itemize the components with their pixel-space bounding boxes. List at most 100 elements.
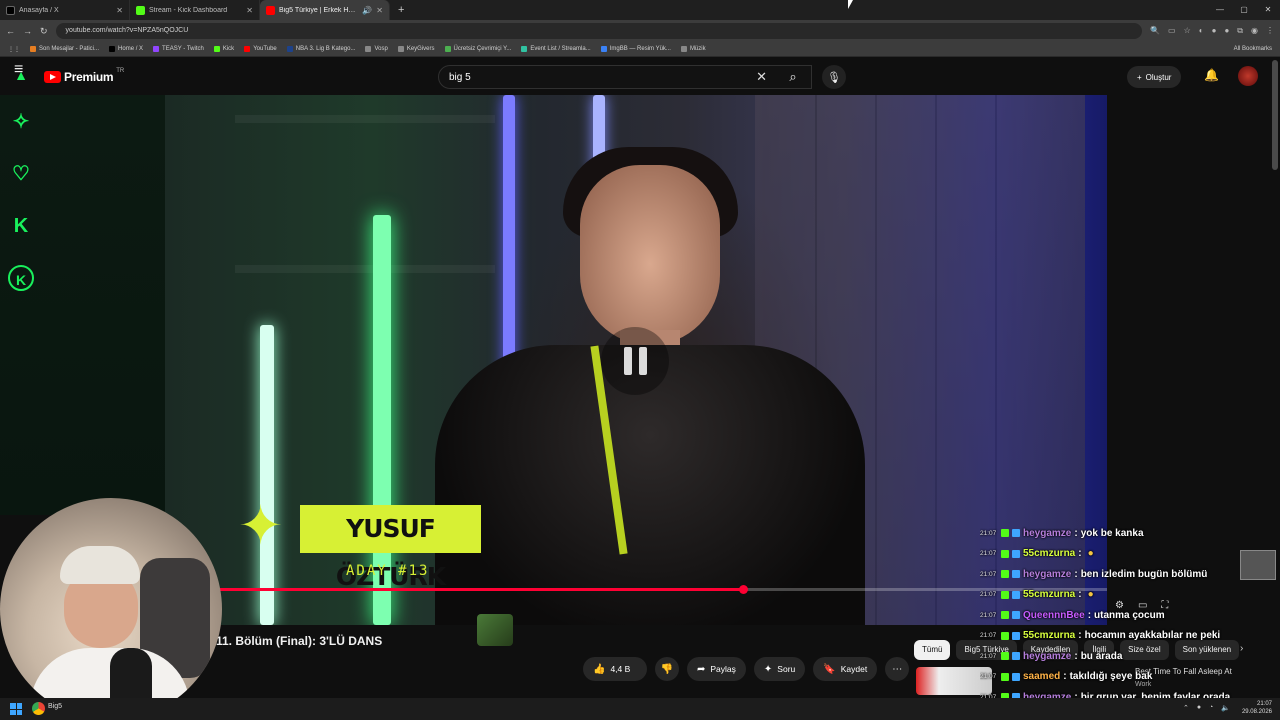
maximize-icon[interactable]: ▢ [1232,0,1256,20]
audio-icon[interactable]: 🔊 [362,6,372,15]
search-button[interactable]: ⌕ [774,65,812,89]
theater-mode-icon[interactable]: ▭ [1138,600,1147,611]
more-actions-button[interactable]: ⋯ [885,657,910,681]
tab-kick-dashboard[interactable]: Stream - Kick Dashboard ✕ [130,0,260,20]
chat-username[interactable]: 55cmzurna [1023,548,1075,559]
bookmark-item[interactable]: Home / X [109,46,143,52]
extension-icon[interactable]: ◐ [1199,26,1204,36]
kick-badge-icon [1001,672,1009,681]
clear-search-icon[interactable]: ✕ [756,69,767,85]
chat-username[interactable]: 55cmzurna [1023,589,1075,600]
filter-chip[interactable]: Tümü [914,640,951,660]
chat-separator: : [1078,630,1082,642]
bookmark-item[interactable]: Vosp [365,46,388,52]
chat-message: 21:07 55cmzurna: hocamın ayakkabılar ne pe… [980,626,1280,647]
extension-icon[interactable]: ● [1212,26,1217,36]
emote-sticker [477,614,513,646]
clock-time: 21:07 [1256,701,1272,707]
chat-separator: : [1074,568,1078,580]
create-button[interactable]: + Oluştur [1127,66,1182,88]
close-tab-icon[interactable]: ✕ [376,6,383,15]
wifi-icon[interactable]: ◔ [1209,704,1213,712]
bookmark-item[interactable]: Ücretsiz Çevrimiçi Y... [444,46,511,52]
mini-camera-preview [1240,550,1276,580]
subscriber-badge-icon [1012,652,1020,661]
share-icon: ➦ [697,663,706,675]
close-tab-icon[interactable]: ✕ [246,6,253,15]
pause-button[interactable] [601,327,669,395]
bookmark-label: ImgBB — Resim Yük... [609,46,671,52]
bookmark-item[interactable]: Event List / Streamla... [521,46,591,52]
bookmark-item[interactable]: Son Mesajlar - Patici... [30,46,99,52]
all-bookmarks[interactable]: All Bookmarks [1234,42,1272,57]
search-input[interactable]: big 5 ✕ [438,65,812,89]
sparkle-icon: ✧ [12,111,30,133]
kick-badge-icon [1001,652,1009,661]
forward-icon[interactable]: → [23,26,32,36]
bookmark-item[interactable]: Müzik [680,46,706,52]
menu-icon[interactable]: ⋮ [1266,26,1274,36]
tray-app-icon[interactable]: ● [1197,704,1201,712]
chat-username[interactable]: QueennnBee [1023,610,1085,621]
new-tab-button[interactable]: + [390,4,412,16]
back-icon[interactable]: ← [6,26,15,36]
chat-username[interactable]: 55cmzurna [1023,630,1075,641]
bookmark-item[interactable]: ImgBB — Resim Yük... [600,46,671,52]
youtube-logo[interactable]: Premium TR [44,68,124,84]
kick-badge-icon [1001,570,1009,579]
bookmark-item[interactable]: TEASY - Twitch [153,46,204,52]
bookmark-item[interactable]: NBA 3. Lig B Katego... [286,46,355,52]
video-progress-bar[interactable] [220,585,1107,594]
bookmark-item[interactable]: KeyGivers [397,46,435,52]
page-scrollbar[interactable] [1272,60,1278,170]
heart-icon: ♡ [12,163,30,185]
mouse-cursor [848,0,853,9]
fullscreen-icon[interactable]: ⛶ [1161,600,1168,611]
settings-gear-icon[interactable]: ⚙ [1115,600,1124,611]
bookmark-item[interactable]: YouTube [244,46,277,52]
like-button[interactable]: 👍 4,4 B [583,657,647,681]
close-tab-icon[interactable]: ✕ [116,6,123,15]
close-window-icon[interactable]: ✕ [1256,0,1280,20]
ask-button[interactable]: ✦ Soru [753,657,806,681]
chat-text: takıldığı şeye bak [1069,671,1153,683]
volume-icon[interactable]: 🔈 [1221,704,1230,712]
puzzle-icon[interactable]: ⧉ [1237,26,1243,36]
dislike-button[interactable]: 👎 [655,657,679,681]
apps-icon[interactable]: ⋮⋮ [8,46,20,53]
video-player[interactable]: ✦ YUSUF ÖZTÜRK ADAY #13 [165,95,1107,625]
extension-icon[interactable]: ● [1224,26,1229,36]
cast-icon[interactable]: ▭ [1168,26,1176,36]
taskbar-clock[interactable]: 21:07 29.08.2026 [1242,700,1272,716]
notifications-bell-icon[interactable]: 🔔 [1204,68,1219,82]
save-button[interactable]: 🔖 Kaydet [813,657,878,681]
chevron-up-icon[interactable]: ⌃ [1183,704,1189,712]
reload-icon[interactable]: ↻ [40,26,48,37]
subscriber-badge-icon [1012,611,1020,620]
chat-username[interactable]: heygamze [1023,569,1071,580]
chat-separator: : [1074,650,1078,662]
chat-username[interactable]: heygamze [1023,528,1071,539]
zoom-icon[interactable]: 🔍 [1150,26,1160,36]
subscriber-badge-icon [1012,549,1020,558]
account-avatar[interactable] [1238,66,1258,86]
chat-timestamp: 21:07 [980,632,997,640]
chrome-taskbar-icon[interactable] [32,702,45,715]
minimize-icon[interactable]: — [1208,0,1232,20]
kick-badge-icon [1001,631,1009,640]
chat-username[interactable]: saamed [1023,671,1060,682]
voice-search-button[interactable]: 🎙 [822,65,846,89]
profile-icon[interactable]: ◉ [1251,26,1258,36]
chat-text: hocamın ayakkabılar ne peki [1084,630,1221,642]
windows-start-icon[interactable] [10,703,22,715]
bookmark-item[interactable]: Kick [213,46,234,52]
tab-youtube-big5[interactable]: Big5 Türkiye | Erkek Hazırlı 🔊 ✕ [260,0,390,20]
chat-text: yok be kanka [1080,527,1144,539]
share-button[interactable]: ➦ Paylaş [687,657,746,681]
chat-username[interactable]: heygamze [1023,651,1071,662]
tab-x-home[interactable]: Anasayfa / X ✕ [0,0,130,20]
url-input[interactable]: youtube.com/watch?v=NPZA5nQOJCU [55,23,1143,39]
bookmark-favicon-icon [286,46,293,52]
bookmark-star-icon[interactable]: ☆ [1184,26,1191,36]
subscriber-badge-icon [1012,631,1020,640]
